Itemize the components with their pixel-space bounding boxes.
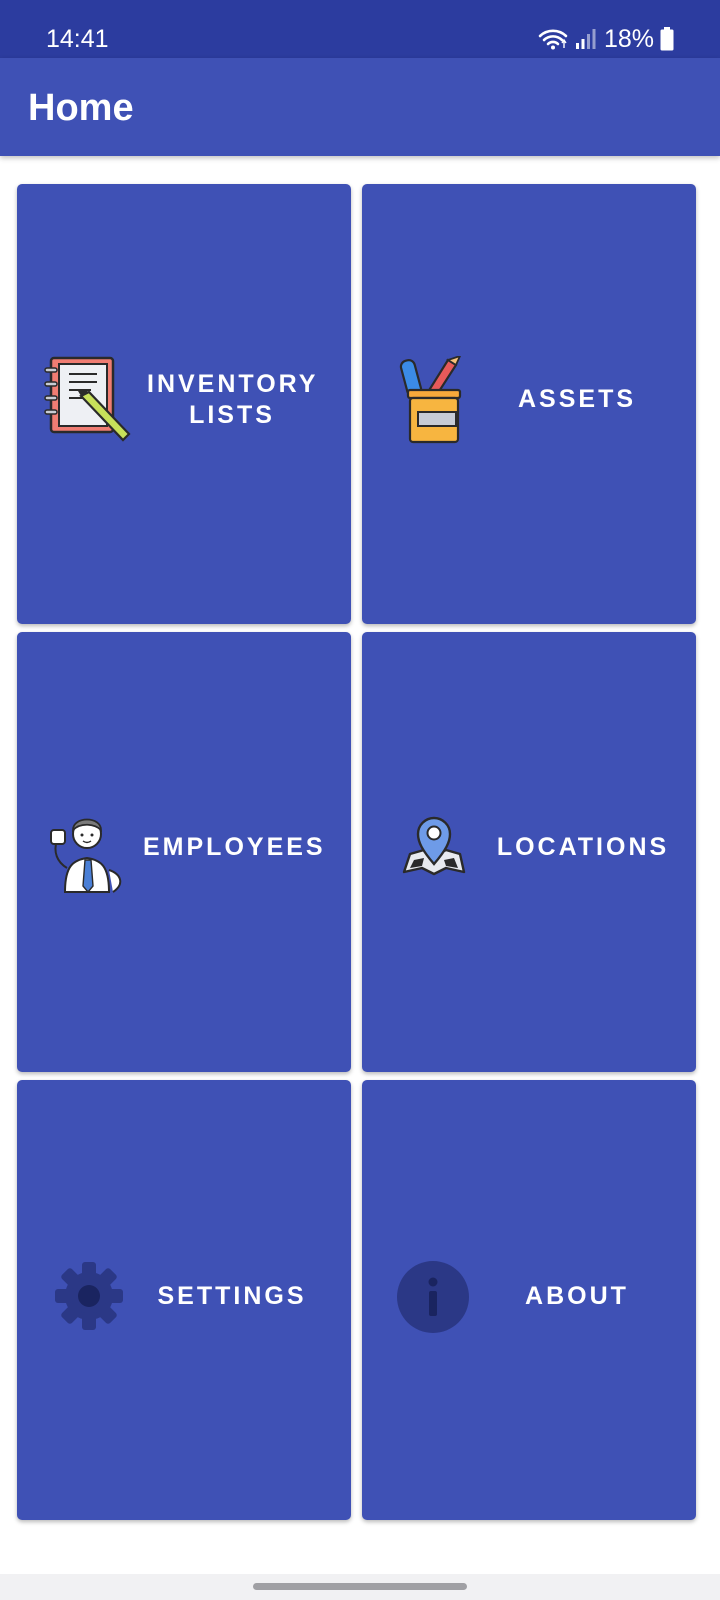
settings-label: SETTINGS — [157, 1282, 307, 1310]
battery-percentage: 18% — [603, 25, 654, 53]
signal-icon — [575, 29, 596, 49]
employee-icon — [50, 818, 122, 894]
settings-tile[interactable]: SETTINGS — [17, 1080, 351, 1520]
status-time: 14:41 — [46, 25, 109, 53]
map-pin-icon — [402, 816, 466, 876]
employees-tile[interactable]: EMPLOYEES — [17, 632, 351, 1072]
navigation-bar — [0, 1574, 720, 1600]
app-bar: Home — [0, 58, 720, 156]
pencil-cup-icon — [399, 356, 462, 444]
assets-tile[interactable]: ASSETS — [362, 184, 696, 624]
about-label: ABOUT — [525, 1282, 629, 1310]
notebook-pencil-icon — [44, 356, 131, 442]
wifi-icon — [538, 29, 568, 50]
home-grid: INVENTORY LISTS ASSETS EMPLOYEES LOCATIO… — [0, 156, 720, 1574]
battery-icon — [660, 27, 674, 51]
inventory-lists-tile[interactable]: INVENTORY LISTS — [17, 184, 351, 624]
locations-label: LOCATIONS — [496, 833, 670, 861]
home-gesture-handle[interactable] — [253, 1583, 467, 1590]
status-bar: 14:41 18% — [0, 0, 720, 58]
locations-tile[interactable]: LOCATIONS — [362, 632, 696, 1072]
status-icons: 18% — [538, 24, 674, 54]
about-tile[interactable]: ABOUT — [362, 1080, 696, 1520]
gear-icon — [55, 1262, 123, 1330]
page-title: Home — [28, 87, 134, 129]
info-icon — [397, 1261, 469, 1333]
employees-label: EMPLOYEES — [143, 833, 326, 861]
inventory-lists-label: INVENTORY LISTS — [147, 370, 319, 429]
assets-label: ASSETS — [517, 385, 637, 413]
